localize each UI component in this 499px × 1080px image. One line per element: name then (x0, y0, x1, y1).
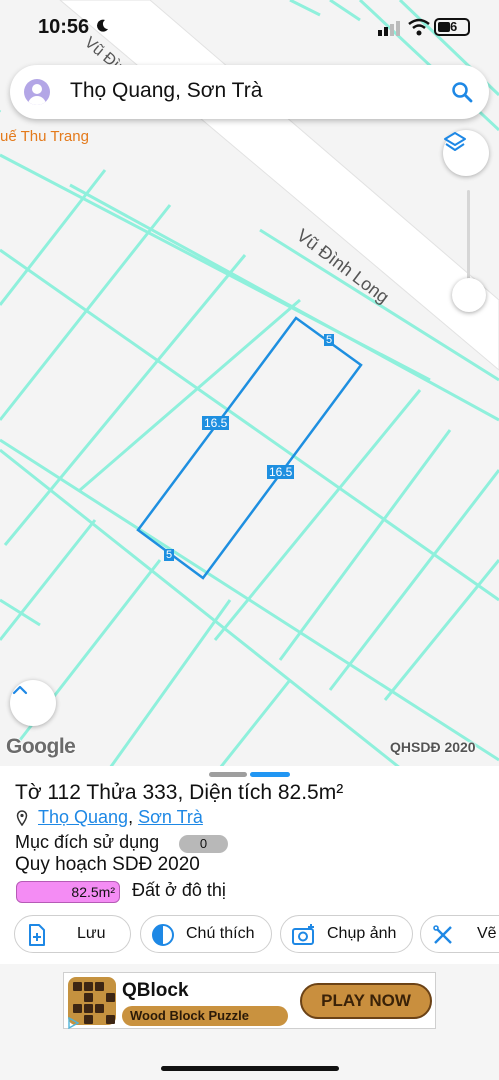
panel-handle-active[interactable] (250, 772, 290, 777)
dimension-label: 5 (324, 334, 335, 346)
plan-area-badge: 82.5m² (16, 881, 120, 903)
search-bar[interactable]: Thọ Quang, Sơn Trà (10, 65, 489, 119)
ad-banner[interactable]: QBlock Wood Block Puzzle PLAY NOW (63, 972, 436, 1029)
battery-level: 6 (450, 19, 458, 34)
purpose-badge: 0 (179, 835, 228, 853)
opacity-slider-track[interactable] (467, 190, 470, 290)
camera-icon (292, 924, 314, 945)
avatar[interactable] (24, 79, 50, 105)
purpose-label: Mục đích sử dụng (15, 832, 160, 852)
save-button-label: Lưu (77, 925, 106, 942)
opacity-slider-thumb[interactable] (452, 278, 486, 312)
status-bar: 10:56 6 (0, 0, 499, 56)
ad-title: QBlock (122, 980, 189, 1001)
layers-icon (444, 132, 466, 151)
panel-handle[interactable] (209, 772, 247, 777)
chevron-up-icon (12, 685, 28, 695)
expand-panel-button[interactable] (10, 680, 56, 726)
home-indicator[interactable] (161, 1066, 339, 1071)
dimension-label: 16.5 (202, 416, 230, 430)
district-link[interactable]: Sơn Trà (138, 807, 203, 827)
moon-icon (97, 19, 108, 32)
legend-button[interactable]: Chú thích (140, 915, 272, 953)
draw-button[interactable]: Vẽ (420, 915, 499, 953)
address-separator: , (128, 807, 139, 827)
poi-label[interactable]: uế Thu Trang (0, 128, 89, 145)
cellular-signal-icon (378, 21, 400, 36)
dimension-label: 16.5 (267, 465, 295, 479)
screenshot-button[interactable]: Chụp ảnh (280, 915, 413, 953)
dimension-label: 5 (164, 549, 175, 561)
map-attribution: QHSDĐ 2020 (390, 739, 476, 755)
parcel-title: Tờ 112 Thửa 333, Diện tích 82.5m² (15, 781, 344, 804)
ad-subtitle: Wood Block Puzzle (122, 1006, 288, 1026)
google-logo: Google (6, 735, 76, 758)
ad-play-button[interactable]: PLAY NOW (300, 983, 432, 1019)
parcel-address: Thọ Quang, Sơn Trà (38, 807, 203, 828)
legend-button-label: Chú thích (186, 925, 255, 942)
save-button[interactable]: Lưu (14, 915, 131, 953)
wifi-icon (408, 18, 430, 36)
land-type-label: Đất ở đô thị (132, 880, 226, 900)
search-icon[interactable] (450, 80, 474, 104)
ward-link[interactable]: Thọ Quang (38, 807, 128, 827)
status-time: 10:56 (38, 16, 90, 38)
half-circle-icon (152, 924, 174, 946)
parcel-info-panel: Tờ 112 Thửa 333, Diện tích 82.5m² Thọ Qu… (0, 766, 499, 964)
draw-icon (433, 925, 452, 944)
search-input[interactable]: Thọ Quang, Sơn Trà (70, 79, 262, 103)
screenshot-button-label: Chụp ảnh (327, 925, 397, 942)
battery-icon: 6 (434, 18, 470, 36)
add-file-icon (29, 924, 45, 946)
ad-area: QBlock Wood Block Puzzle PLAY NOW (0, 964, 499, 1080)
location-pin-icon (16, 810, 28, 826)
draw-button-label: Vẽ (477, 925, 497, 942)
action-bar: Lưu Chú thích Chụp ảnh Vẽ (0, 915, 499, 955)
selected-parcel[interactable] (136, 316, 363, 580)
ad-choices-icon[interactable] (67, 1017, 79, 1029)
layers-button[interactable] (443, 130, 489, 176)
plan-label: Quy hoạch SDĐ 2020 (15, 854, 200, 875)
